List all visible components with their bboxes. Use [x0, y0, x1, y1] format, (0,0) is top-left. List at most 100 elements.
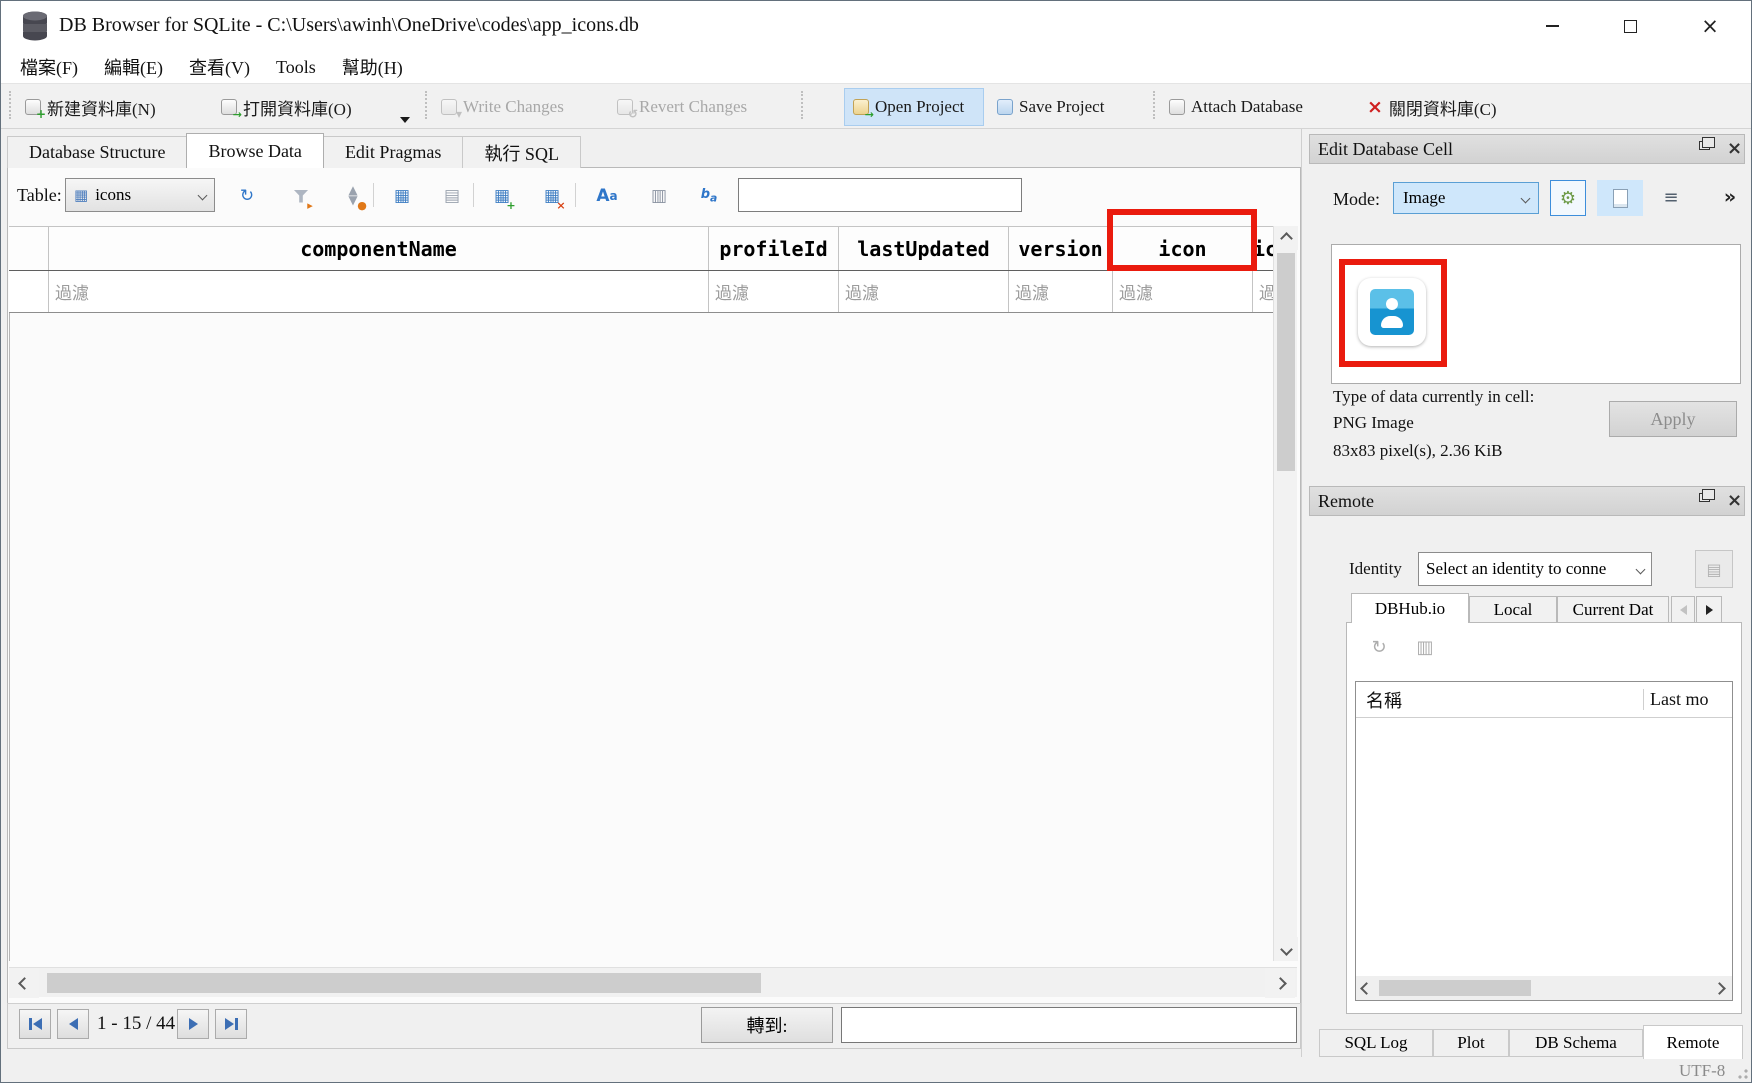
scroll-up-button[interactable] — [1274, 226, 1298, 250]
filter-profileId[interactable]: 過濾 — [709, 271, 839, 312]
format-ba-icon[interactable]: ba — [695, 182, 723, 210]
dock-tab-remote[interactable]: Remote — [1643, 1025, 1743, 1059]
apply-button[interactable]: Apply — [1609, 401, 1737, 437]
toolbar-overflow-button[interactable]: » — [1717, 185, 1743, 209]
remote-tab-local[interactable]: Local — [1469, 596, 1557, 623]
first-page-button[interactable] — [19, 1009, 51, 1039]
scroll-down-button[interactable] — [1274, 937, 1298, 961]
filter-componentName[interactable]: 過濾 — [49, 271, 709, 312]
table-select[interactable]: ▦ icons — [65, 178, 215, 212]
filter-version[interactable]: 過濾 — [1009, 271, 1113, 312]
import-export-button[interactable]: ⚙ — [1550, 180, 1586, 216]
insert-record-icon[interactable]: ▦+ — [488, 182, 516, 210]
last-modified-column-header[interactable]: Last mo — [1643, 689, 1732, 710]
minimize-button[interactable] — [1521, 7, 1583, 45]
menu-file[interactable]: 檔案(F) — [7, 52, 91, 82]
remote-refresh-icon[interactable]: ↻ — [1367, 635, 1391, 659]
tab-browse-data[interactable]: Browse Data — [186, 133, 323, 168]
col-header-profileId[interactable]: profileId — [709, 227, 839, 270]
minimize-icon — [1546, 25, 1559, 27]
menu-view[interactable]: 查看(V) — [176, 52, 263, 82]
next-page-button[interactable] — [177, 1009, 209, 1039]
dock-tab-sql-log[interactable]: SQL Log — [1319, 1029, 1433, 1057]
name-column-header[interactable]: 名稱 — [1356, 687, 1643, 713]
text-mode-button[interactable] — [1597, 180, 1643, 216]
table-label: Table: — [17, 185, 62, 206]
mode-select[interactable]: Image — [1393, 182, 1539, 214]
remote-list-scrollbar[interactable] — [1356, 976, 1732, 1000]
tab-scroll-left-button[interactable] — [1671, 596, 1695, 623]
tab-scroll-right-button[interactable] — [1696, 596, 1722, 623]
horizontal-scroll-thumb[interactable] — [47, 973, 761, 993]
open-project-button[interactable]: → Open Project — [853, 92, 964, 122]
scroll-right-button[interactable] — [1265, 968, 1295, 998]
remote-tab-current-database[interactable]: Current Dat — [1557, 596, 1669, 623]
col-header-lastUpdated[interactable]: lastUpdated — [839, 227, 1009, 270]
scroll-left-button[interactable] — [9, 968, 39, 998]
new-database-button[interactable]: + 新建資料庫(N) — [25, 92, 156, 122]
remote-float-button[interactable] — [1699, 493, 1710, 502]
close-database-button[interactable]: × 關閉資料庫(C) — [1367, 92, 1497, 122]
filter-lastUpdated[interactable]: 過濾 — [839, 271, 1009, 312]
menu-tools[interactable]: Tools — [263, 55, 329, 80]
dock-tab-db-schema[interactable]: DB Schema — [1509, 1029, 1643, 1057]
write-changes-button[interactable]: ▾ Write Changes — [441, 92, 564, 122]
chevron-up-icon — [1280, 232, 1293, 245]
close-button[interactable]: × — [1679, 7, 1741, 45]
chevron-down-icon — [198, 190, 208, 200]
maximize-button[interactable] — [1599, 7, 1661, 45]
col-header-componentName[interactable]: componentName — [49, 227, 709, 270]
revert-changes-icon: ↺ — [617, 99, 633, 115]
tab-database-structure[interactable]: Database Structure — [7, 136, 187, 168]
corner-header[interactable] — [9, 227, 49, 270]
grid-vertical-scrollbar[interactable] — [1273, 226, 1297, 961]
identity-select[interactable]: Select an identity to conne — [1418, 552, 1652, 586]
tab-execute-sql[interactable]: 執行 SQL — [462, 136, 581, 168]
clear-filters-icon[interactable]: ▸ — [287, 182, 315, 210]
tab-edit-pragmas[interactable]: Edit Pragmas — [323, 136, 464, 168]
grid-header-row: componentName profileId lastUpdated vers… — [9, 226, 1273, 271]
vertical-scroll-thumb[interactable] — [1277, 253, 1295, 471]
print-icon[interactable]: ▤ — [438, 182, 466, 210]
float-icon — [1699, 493, 1710, 502]
filter-clipped[interactable]: 過濾 — [1253, 271, 1273, 312]
dock-tab-plot[interactable]: Plot — [1433, 1029, 1509, 1057]
remote-database-list[interactable]: 名稱 Last mo — [1355, 681, 1733, 1001]
save-view-icon[interactable]: ▦ — [388, 182, 416, 210]
filter-icon[interactable]: 過濾 — [1113, 271, 1253, 312]
remote-clone-database-icon[interactable]: ▥ — [1413, 635, 1437, 659]
remote-tab-dbhub[interactable]: DBHub.io — [1351, 593, 1469, 623]
format-text-icon[interactable]: Aa — [593, 182, 621, 210]
delete-record-icon[interactable]: ▦× — [538, 182, 566, 210]
col-header-version[interactable]: version — [1009, 227, 1113, 270]
revert-changes-button[interactable]: ↺ Revert Changes — [617, 92, 747, 122]
refresh-icon[interactable]: ↻ — [233, 182, 261, 210]
resize-grip-icon[interactable] — [1737, 1068, 1749, 1080]
previous-page-button[interactable] — [57, 1009, 89, 1039]
scroll-thumb[interactable] — [1379, 980, 1531, 996]
chevron-left-icon — [18, 977, 31, 990]
open-database-button[interactable]: → 打開資料庫(O) — [221, 92, 352, 122]
edit-cell-close-button[interactable]: × — [1727, 138, 1742, 159]
menu-edit[interactable]: 編輯(E) — [91, 52, 176, 82]
remote-close-button[interactable]: × — [1727, 490, 1742, 511]
word-wrap-button[interactable]: ≡ — [1659, 185, 1683, 209]
grid-horizontal-scrollbar[interactable] — [9, 967, 1297, 997]
edit-cell-float-button[interactable] — [1699, 141, 1710, 150]
identity-import-button[interactable]: ▤ — [1695, 550, 1733, 588]
menu-help[interactable]: 幫助(H) — [329, 52, 416, 82]
chevron-double-right-icon: » — [1724, 186, 1736, 208]
next-page-icon — [189, 1018, 198, 1030]
database-view-icon[interactable]: ▥ — [645, 182, 673, 210]
attach-database-button[interactable]: Attach Database — [1169, 92, 1303, 122]
last-page-button[interactable] — [215, 1009, 247, 1039]
open-database-dropdown-icon[interactable] — [400, 117, 410, 123]
clear-sort-icon[interactable]: ▲▼● — [339, 182, 367, 210]
goto-input[interactable] — [841, 1007, 1297, 1043]
global-filter-input[interactable] — [738, 178, 1022, 212]
new-database-icon: + — [25, 99, 41, 115]
goto-button[interactable]: 轉到: — [701, 1007, 833, 1043]
annotation-icon-column — [1107, 209, 1257, 271]
encoding-indicator[interactable]: UTF-8 — [1679, 1061, 1725, 1081]
save-project-button[interactable]: Save Project — [997, 92, 1104, 122]
